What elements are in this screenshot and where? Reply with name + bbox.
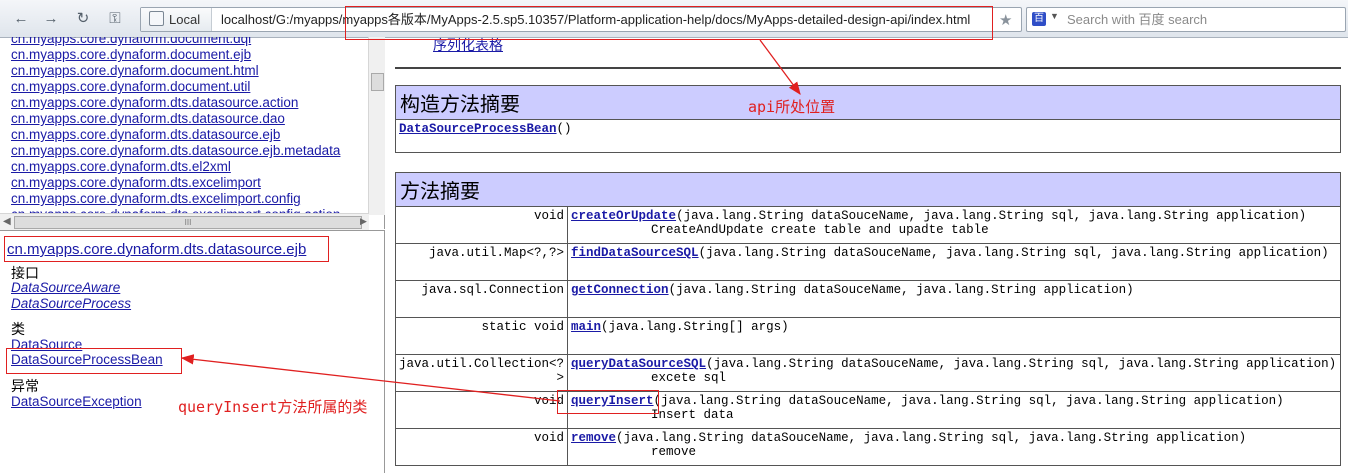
arrow-to-class (180, 354, 561, 402)
annotation-arrows (180, 39, 801, 402)
arrow-to-url (759, 39, 801, 96)
